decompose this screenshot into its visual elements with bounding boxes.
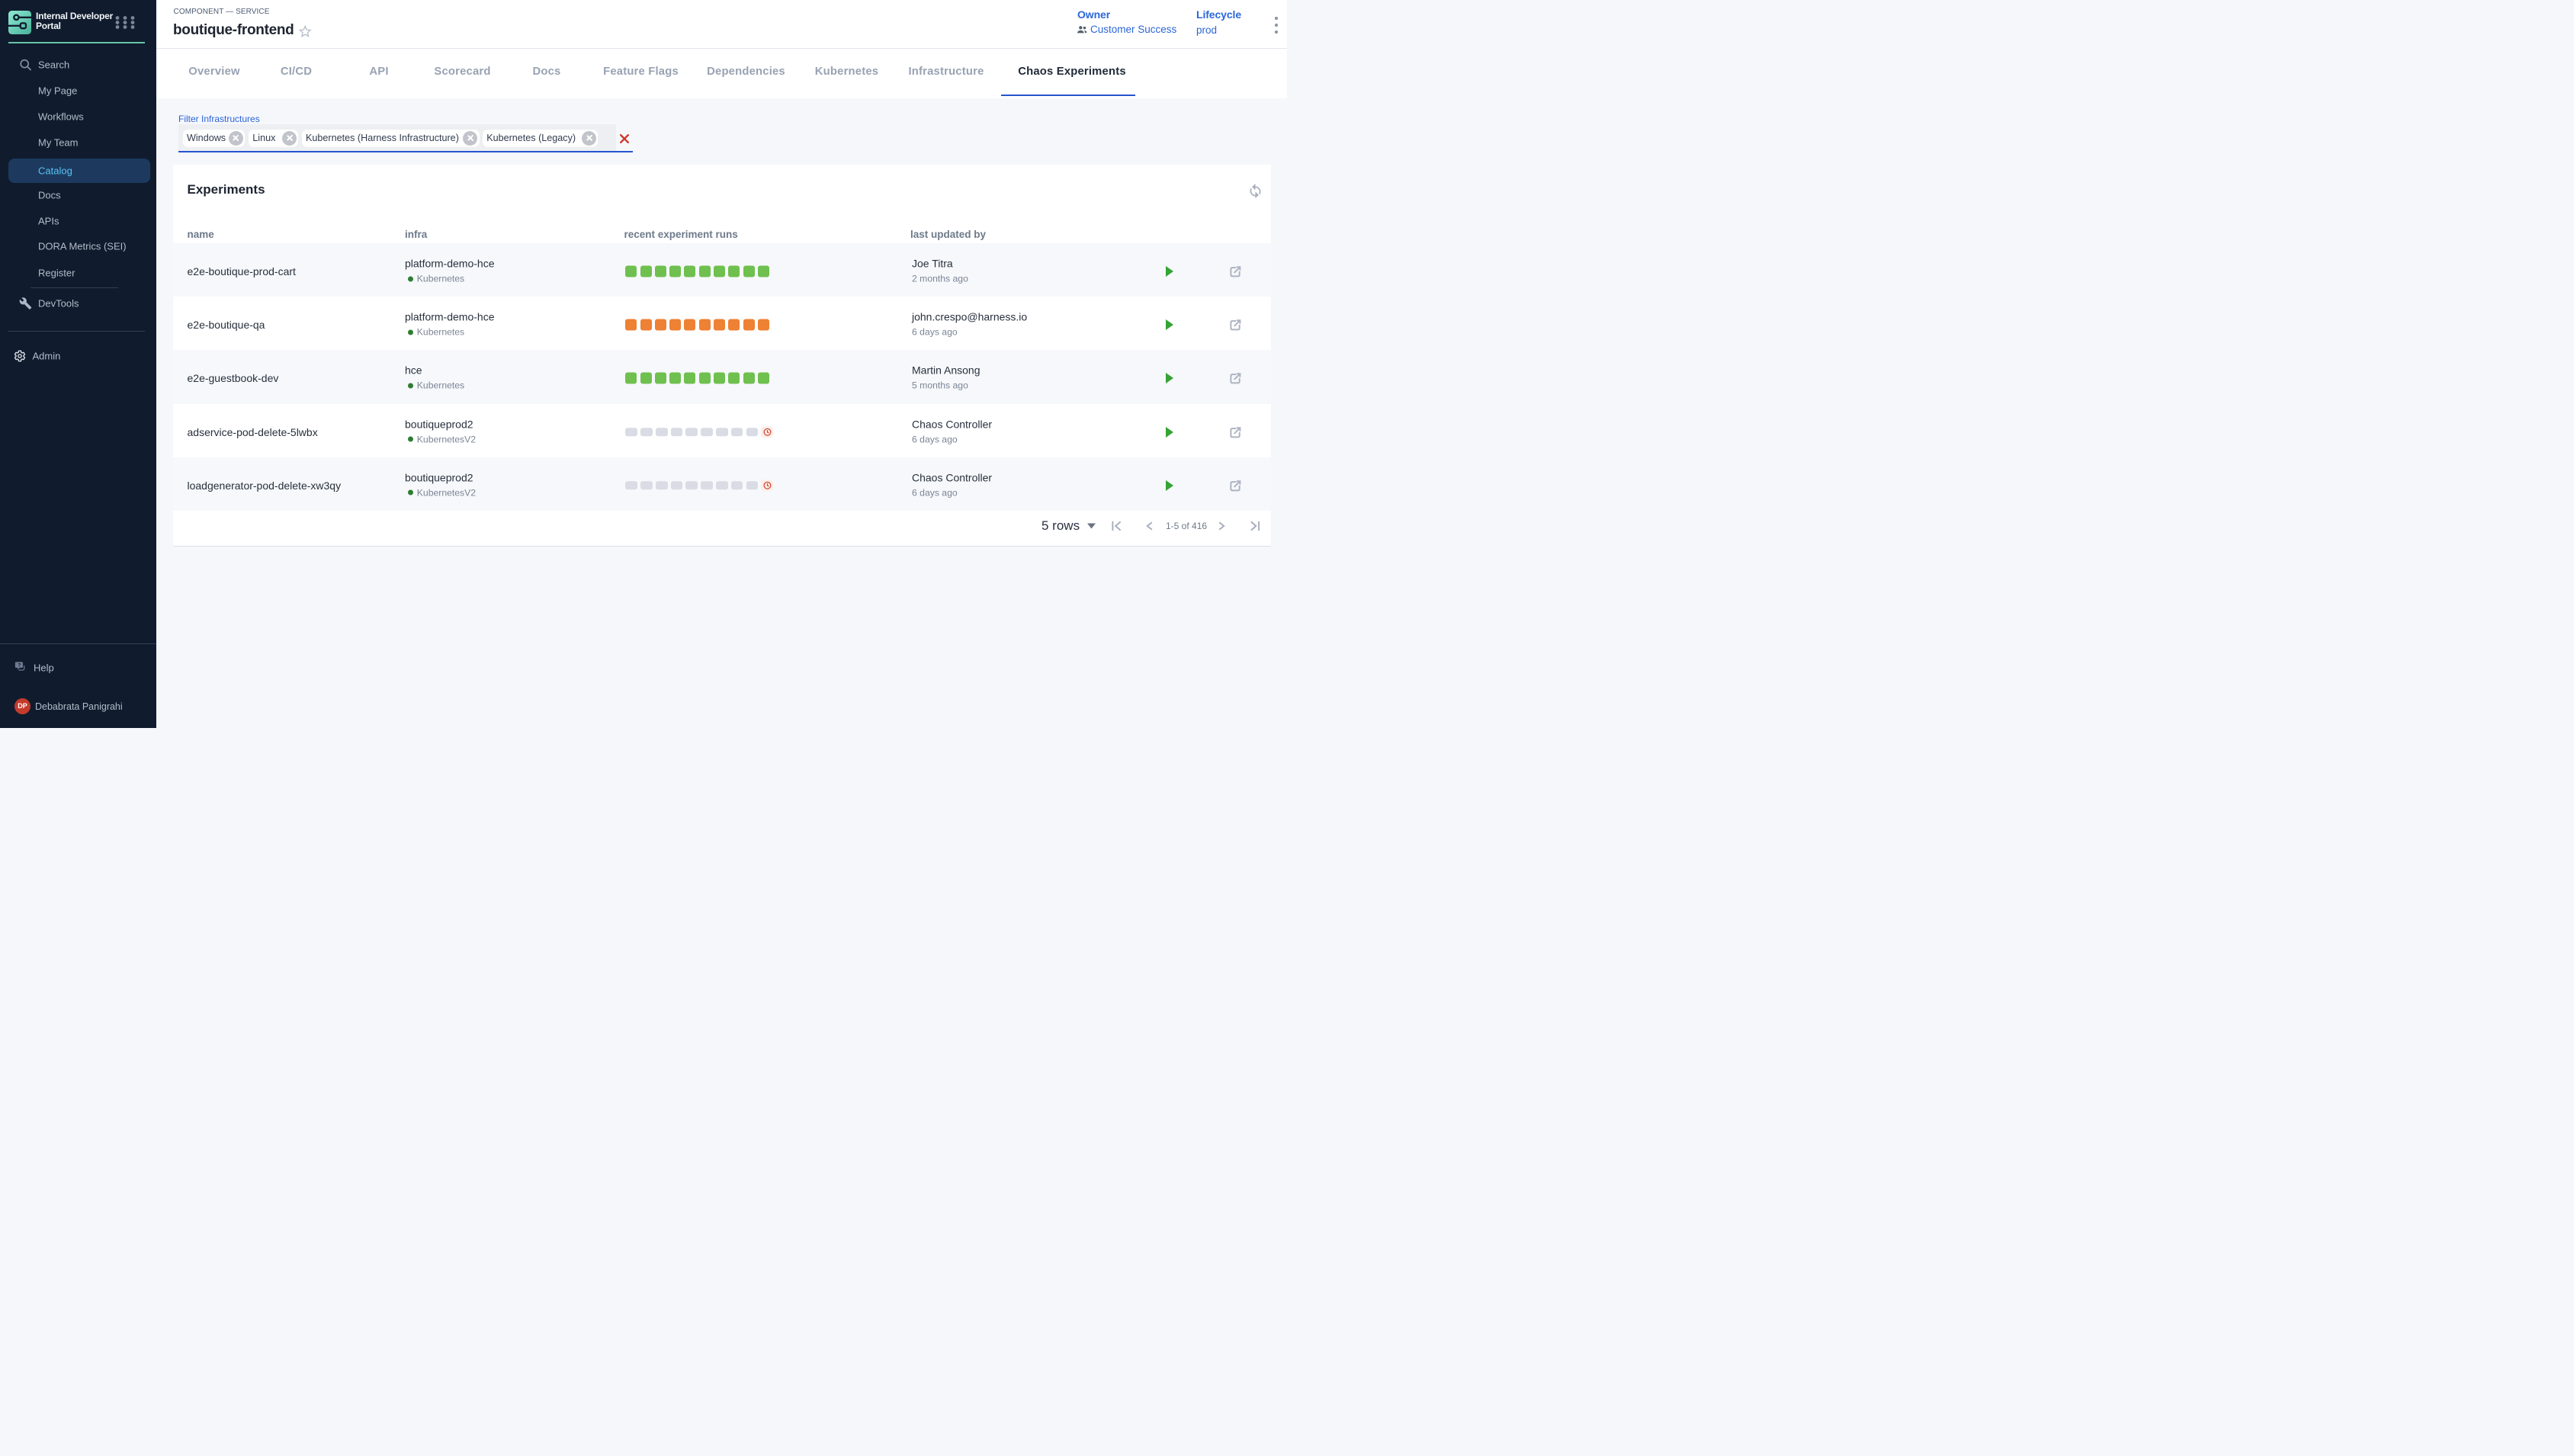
svg-text:?: ? xyxy=(18,662,21,668)
